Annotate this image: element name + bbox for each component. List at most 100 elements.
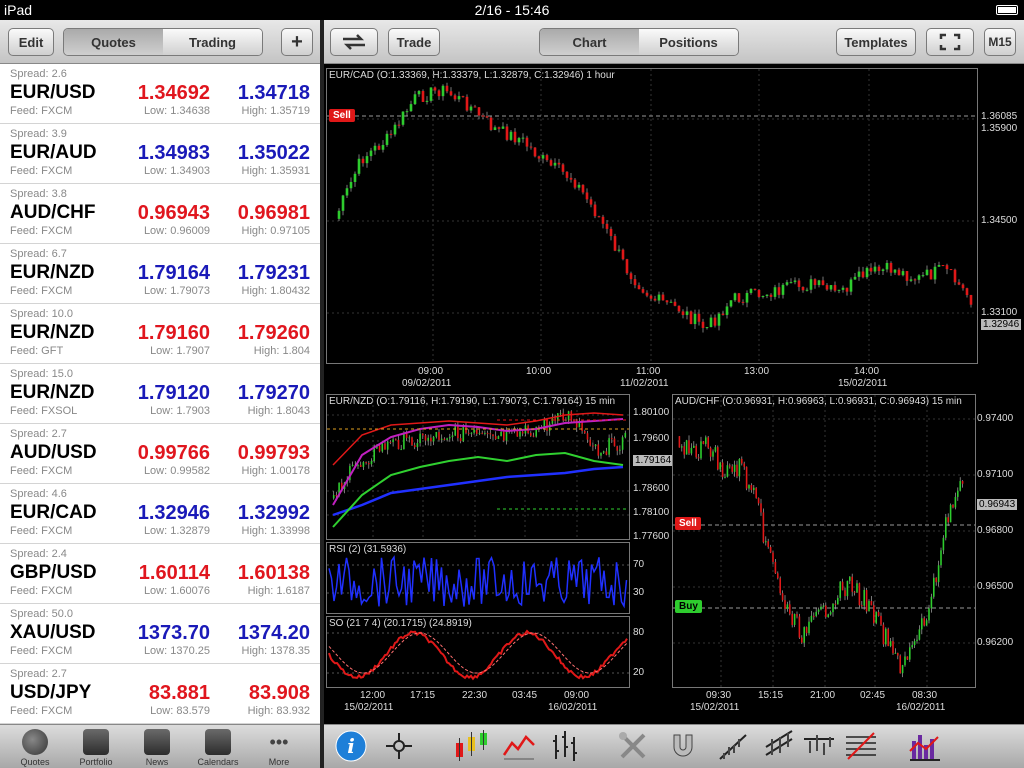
edit-button[interactable]: Edit — [8, 28, 54, 56]
candle — [411, 437, 413, 446]
ohlc-bars-icon[interactable] — [548, 729, 582, 763]
sell-marker[interactable]: Sell — [329, 109, 355, 122]
ask-price[interactable]: 1.79260 — [238, 322, 310, 345]
info-icon[interactable]: i — [334, 729, 368, 763]
candle — [882, 624, 885, 645]
candle — [467, 432, 470, 434]
candle — [894, 652, 897, 654]
tab-portfolio[interactable]: Portfolio — [67, 729, 125, 767]
add-button[interactable]: + — [281, 28, 313, 56]
bid-price[interactable]: 1.79160 — [138, 322, 210, 345]
magnet-icon[interactable] — [666, 729, 700, 763]
x-tick: 08:30 — [912, 690, 938, 701]
buy-marker[interactable]: Buy — [675, 600, 702, 613]
quote-row[interactable]: Spread: 50.0 XAU/USD Feed: FXCM 1373.70 1374… — [0, 604, 320, 664]
tools-icon[interactable] — [616, 729, 650, 763]
tab-calendars[interactable]: Calendars — [189, 729, 247, 767]
chart-eurcad-panel[interactable]: EUR/CAD (O:1.33369, H:1.33379, L:1.32879… — [326, 68, 1022, 364]
trendline-tool-icon[interactable] — [716, 729, 750, 763]
quotes-list[interactable]: Spread: 2.6 EUR/USD Feed: FXCM 1.34692 1.347… — [0, 64, 320, 724]
spread-label: Spread: 4.6 — [10, 488, 67, 500]
candle — [821, 280, 825, 286]
bid-price[interactable]: 1.79120 — [138, 382, 210, 405]
bid-price[interactable]: 0.99766 — [138, 442, 210, 465]
quote-row[interactable]: Spread: 2.7 AUD/USD Feed: FXCM 0.99766 0.997… — [0, 424, 320, 484]
candle — [683, 446, 685, 455]
tab-positions[interactable]: Positions — [639, 29, 738, 55]
candle — [525, 137, 529, 147]
bid-price[interactable]: 1.34692 — [138, 82, 210, 105]
line-chart-icon[interactable] — [502, 731, 536, 761]
templates-button[interactable]: Templates — [836, 28, 916, 56]
quote-row[interactable]: Spread: 6.7 EUR/NZD Feed: FXCM 1.79164 1.792… — [0, 244, 320, 304]
ask-price[interactable]: 0.99793 — [238, 442, 310, 465]
quote-row[interactable]: Spread: 4.6 EUR/CAD Feed: FXCM 1.32946 1.329… — [0, 484, 320, 544]
chart-audchf-candles — [673, 395, 975, 687]
quote-row[interactable]: Spread: 10.0 EUR/NZD Feed: GFT 1.79160 1.792… — [0, 304, 320, 364]
candle — [594, 444, 597, 447]
ask-price[interactable]: 1.32992 — [238, 502, 310, 525]
quotes-trading-segment: Quotes Trading — [63, 28, 263, 56]
channel-tool-icon[interactable] — [762, 729, 796, 763]
horizontal-line-tool-icon[interactable] — [802, 729, 836, 763]
candle — [476, 429, 478, 434]
crosshair-icon[interactable] — [384, 731, 414, 761]
ask-price[interactable]: 1.79270 — [238, 382, 310, 405]
ask-price[interactable]: 1374.20 — [238, 622, 310, 645]
quote-row[interactable]: Spread: 3.8 AUD/CHF Feed: FXCM 0.96943 0.969… — [0, 184, 320, 244]
tab-chart[interactable]: Chart — [540, 29, 639, 55]
spread-label: Spread: 3.9 — [10, 128, 67, 140]
candle — [870, 601, 873, 606]
candle — [851, 576, 853, 592]
tab-more[interactable]: ••• More — [250, 729, 308, 767]
bid-price[interactable]: 1.60114 — [139, 562, 210, 585]
candle — [833, 285, 837, 291]
indicator-icon[interactable] — [908, 729, 942, 763]
candle — [513, 131, 517, 143]
low-label: Low: 1370.25 — [143, 645, 210, 657]
ask-price[interactable]: 1.79231 — [238, 262, 310, 285]
candle — [863, 590, 865, 606]
chart-audchf-panel[interactable]: AUD/CHF (O:0.96931, H:0.96963, L:0.96931… — [672, 394, 1018, 688]
tab-quotes[interactable]: Quotes — [64, 29, 163, 55]
quote-row[interactable]: Spread: 3.9 EUR/AUD Feed: FXCM 1.34983 1.350… — [0, 124, 320, 184]
candle — [368, 463, 370, 465]
ask-price[interactable]: 1.60138 — [238, 562, 310, 585]
candle — [774, 561, 777, 574]
chart-so-panel[interactable]: SO (21 7 4) (20.1715) (24.8919) 80 20 — [326, 616, 644, 688]
ask-price[interactable]: 1.34718 — [238, 82, 310, 105]
fibonacci-tool-icon[interactable] — [844, 729, 878, 763]
quote-row[interactable]: Spread: 15.0 EUR/NZD Feed: FXSOL 1.79120 1.7… — [0, 364, 320, 424]
swap-arrows-button[interactable] — [330, 28, 378, 56]
bid-price[interactable]: 83.881 — [149, 682, 210, 705]
bid-price[interactable]: 1373.70 — [138, 622, 210, 645]
quote-row[interactable]: Spread: 2.4 GBP/USD Feed: FXCM 1.60114 1.601… — [0, 544, 320, 604]
candle — [400, 449, 402, 451]
fullscreen-button[interactable] — [926, 28, 974, 56]
candle — [381, 443, 384, 452]
tab-quotes[interactable]: Quotes — [6, 729, 64, 767]
sell-marker[interactable]: Sell — [675, 517, 701, 530]
bid-price[interactable]: 1.34983 — [138, 142, 210, 165]
tab-label: Quotes — [20, 757, 50, 767]
candle — [690, 447, 693, 454]
quote-row[interactable]: Spread: 2.7 USD/JPY Feed: FXCM 83.881 83.908… — [0, 664, 320, 724]
bid-price[interactable]: 1.79164 — [138, 262, 210, 285]
candle — [925, 620, 928, 626]
ask-price[interactable]: 1.35022 — [238, 142, 310, 165]
ask-price[interactable]: 0.96981 — [238, 202, 310, 225]
bid-price[interactable]: 0.96943 — [138, 202, 210, 225]
quote-row[interactable]: Spread: 2.6 EUR/USD Feed: FXCM 1.34692 1.347… — [0, 64, 320, 124]
candle — [373, 448, 375, 462]
candle — [757, 497, 760, 504]
chart-eurnzd-panel[interactable]: EUR/NZD (O:1.79116, H:1.79190, L:1.79073… — [326, 394, 674, 542]
tab-news[interactable]: News — [128, 729, 186, 767]
chart-rsi-panel[interactable]: RSI (2) (31.5936) 70 30 — [326, 542, 644, 614]
timeframe-button[interactable]: M15 — [984, 28, 1016, 56]
ask-price[interactable]: 83.908 — [249, 682, 310, 705]
tab-trading[interactable]: Trading — [163, 29, 262, 55]
candle — [689, 311, 693, 325]
trade-button[interactable]: Trade — [388, 28, 440, 56]
bid-price[interactable]: 1.32946 — [138, 502, 210, 525]
candlestick-icon[interactable] — [452, 729, 492, 763]
